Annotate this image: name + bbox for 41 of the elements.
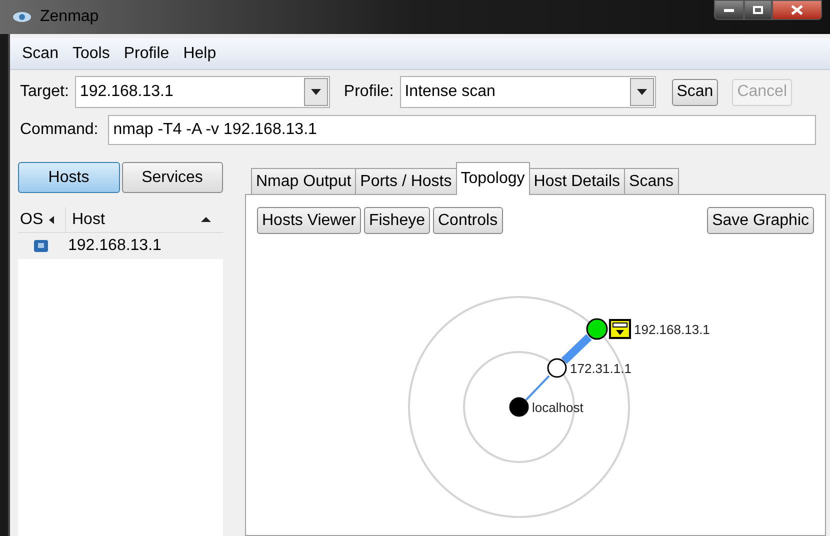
command-field[interactable]: nmap -T4 -A -v 192.168.13.1 [108,115,816,145]
scan-button[interactable]: Scan [672,78,718,106]
save-graphic-button[interactable]: Save Graphic [707,207,814,234]
window-title: Zenmap [40,7,99,27]
link-line [561,334,592,364]
eye-icon [12,11,32,23]
node-label: 172.31.1.1 [570,361,632,376]
node-label: 192.168.13.1 [634,322,710,337]
tab[interactable]: Nmap Output [251,168,356,195]
maximize-button[interactable] [744,0,772,20]
toolbar-button[interactable]: Hosts Viewer [257,207,361,234]
menu-item[interactable]: Tools [72,42,110,66]
tab[interactable]: Scans [624,168,678,195]
sort-up-arrow-icon [201,217,211,222]
minimize-button[interactable] [714,0,744,20]
link-line [525,375,550,401]
host-node[interactable] [509,397,529,417]
tab[interactable]: Host Details [528,168,626,195]
menu-item[interactable]: Scan [22,42,58,66]
tab[interactable]: Topology [456,162,530,195]
command-label: Command: [20,120,98,140]
close-icon [791,5,803,15]
column-header[interactable]: Host [66,207,223,232]
host-icon [34,240,48,252]
profile-label: Profile: [344,82,394,102]
host-node[interactable] [547,358,567,378]
node-label: localhost [532,400,584,415]
view-toggle[interactable]: Services [122,162,223,193]
toolbar-button[interactable]: Fisheye [364,207,430,234]
profile-field[interactable]: Intense scan [400,76,656,108]
close-button[interactable] [772,0,822,20]
target-field[interactable]: 192.168.13.1 [74,76,330,108]
view-toggle[interactable]: Hosts [18,162,120,193]
column-header[interactable]: OS [18,207,66,232]
tab[interactable]: Ports / Hosts [355,168,457,195]
menu-item[interactable]: Help [183,42,216,66]
toolbar-button[interactable]: Controls [433,207,503,234]
menu-item[interactable]: Profile [124,42,170,66]
sort-left-arrow-icon [49,216,54,224]
target-label: Target: [20,82,69,102]
host-node[interactable] [586,318,608,340]
